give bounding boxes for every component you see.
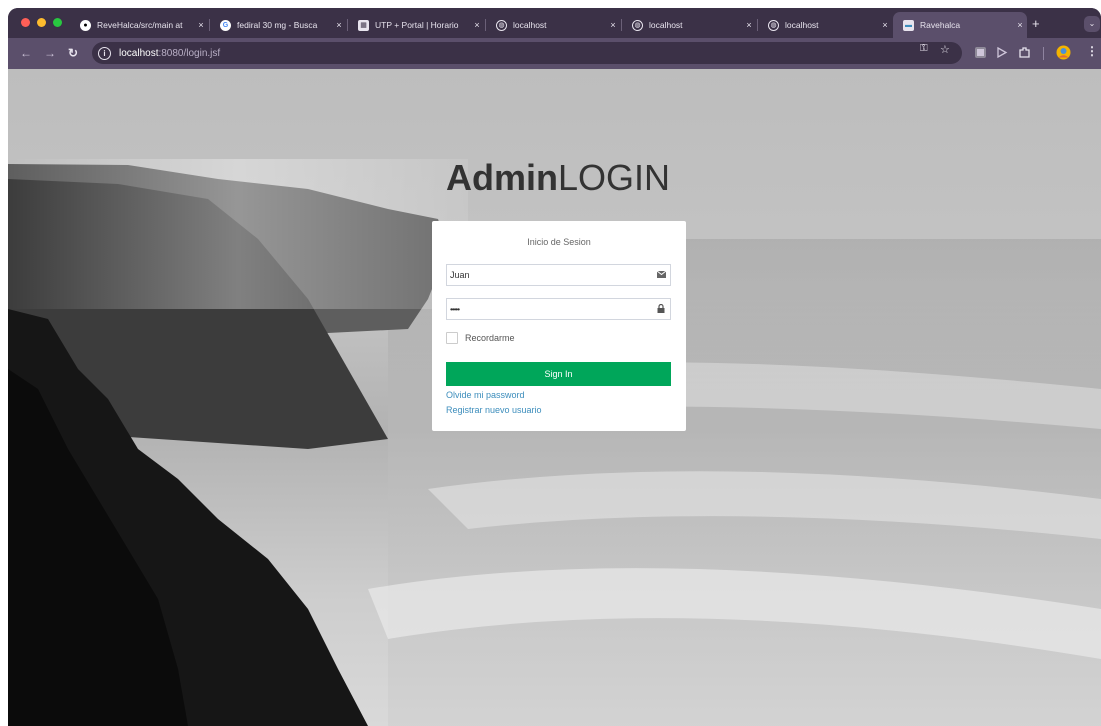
- github-icon: ●: [80, 19, 91, 31]
- register-user-link[interactable]: Registrar nuevo usuario: [446, 405, 542, 415]
- password-key-icon[interactable]: ⚿: [920, 43, 928, 54]
- tab-ravehalca[interactable]: ▬ Ravehalca ×: [893, 12, 1027, 38]
- brand-light-text: LOGIN: [558, 157, 671, 198]
- close-tab-icon[interactable]: ×: [332, 20, 346, 30]
- tab-title: Ravehalca: [920, 20, 961, 30]
- password-field[interactable]: •••••: [446, 298, 671, 320]
- globe-icon: ◍: [768, 19, 779, 31]
- forgot-password-link[interactable]: Olvide mi password: [446, 390, 525, 400]
- brand-bold-text: Admin: [446, 157, 558, 198]
- remember-me-checkbox[interactable]: [446, 332, 458, 344]
- tab-title: UTP + Portal | Horario: [375, 20, 459, 30]
- url-path: :8080/login.jsf: [158, 47, 221, 59]
- minimize-window-button[interactable]: [37, 18, 46, 27]
- close-tab-icon[interactable]: ×: [1013, 20, 1027, 30]
- toolbar-divider: [1043, 47, 1044, 60]
- tab-localhost-2[interactable]: ◍ localhost ×: [622, 12, 756, 38]
- tab-strip: ● ReveHalca/src/main at × G fediral 30 m…: [8, 8, 1101, 38]
- close-tab-icon[interactable]: ×: [878, 20, 892, 30]
- globe-icon: ◍: [496, 19, 507, 31]
- extensions-icon[interactable]: [1018, 46, 1031, 59]
- app-logo: AdminLOGIN: [446, 157, 670, 199]
- tab-title: localhost: [513, 20, 547, 30]
- bookmark-star-icon[interactable]: ☆: [940, 43, 950, 56]
- new-tab-button[interactable]: +: [1032, 16, 1040, 31]
- browser-toolbar: ← → ↻ i localhost:8080/login.jsf ⚿ ☆ ⋮: [8, 38, 1101, 69]
- sign-in-button[interactable]: Sign In: [446, 362, 671, 386]
- envelope-icon: [652, 270, 670, 280]
- username-field[interactable]: Juan: [446, 264, 671, 286]
- google-icon: G: [220, 19, 231, 31]
- remember-me-label[interactable]: Recordarme: [465, 333, 515, 343]
- globe-icon: ◍: [632, 19, 643, 31]
- tab-search-button[interactable]: ⌄: [1084, 16, 1100, 32]
- address-bar[interactable]: i localhost:8080/login.jsf: [92, 42, 962, 64]
- tab-revehalca-github[interactable]: ● ReveHalca/src/main at ×: [70, 12, 208, 38]
- page-icon: ▬: [903, 19, 914, 31]
- forward-arrow-icon[interactable]: →: [44, 46, 56, 60]
- menu-kebab-icon[interactable]: ⋮: [1086, 44, 1098, 58]
- tab-title: ReveHalca/src/main at: [97, 20, 183, 30]
- profile-avatar[interactable]: [1056, 45, 1071, 60]
- tab-title: localhost: [785, 20, 819, 30]
- login-page: AdminLOGIN Inicio de Sesion Juan ••••• R…: [8, 69, 1101, 726]
- play-extension-icon[interactable]: [995, 46, 1008, 59]
- tab-title: fediral 30 mg - Busca: [237, 20, 318, 30]
- utp-icon: ▦: [358, 19, 369, 31]
- login-box-message: Inicio de Sesion: [527, 237, 591, 247]
- remember-me-row: Recordarme: [446, 332, 515, 344]
- lock-icon: [652, 303, 670, 315]
- tab-localhost-1[interactable]: ◍ localhost ×: [486, 12, 620, 38]
- close-window-button[interactable]: [21, 18, 30, 27]
- username-value: Juan: [450, 270, 470, 280]
- site-info-icon[interactable]: i: [98, 46, 111, 60]
- close-tab-icon[interactable]: ×: [606, 20, 620, 30]
- back-arrow-icon[interactable]: ←: [20, 46, 32, 60]
- close-tab-icon[interactable]: ×: [470, 20, 484, 30]
- extension-puzzle-icon[interactable]: [974, 46, 987, 59]
- close-tab-icon[interactable]: ×: [194, 20, 208, 30]
- url-host: localhost: [119, 47, 159, 59]
- login-box: Inicio de Sesion Juan ••••• Recordarme S…: [432, 221, 686, 431]
- maximize-window-button[interactable]: [53, 18, 62, 27]
- tab-title: localhost: [649, 20, 683, 30]
- password-value: •••••: [450, 304, 460, 314]
- reload-icon[interactable]: ↻: [68, 46, 78, 60]
- close-tab-icon[interactable]: ×: [742, 20, 756, 30]
- tab-utp-portal[interactable]: ▦ UTP + Portal | Horario ×: [348, 12, 484, 38]
- tab-localhost-3[interactable]: ◍ localhost ×: [758, 12, 892, 38]
- browser-window: ● ReveHalca/src/main at × G fediral 30 m…: [8, 8, 1101, 726]
- tab-google-search[interactable]: G fediral 30 mg - Busca ×: [210, 12, 346, 38]
